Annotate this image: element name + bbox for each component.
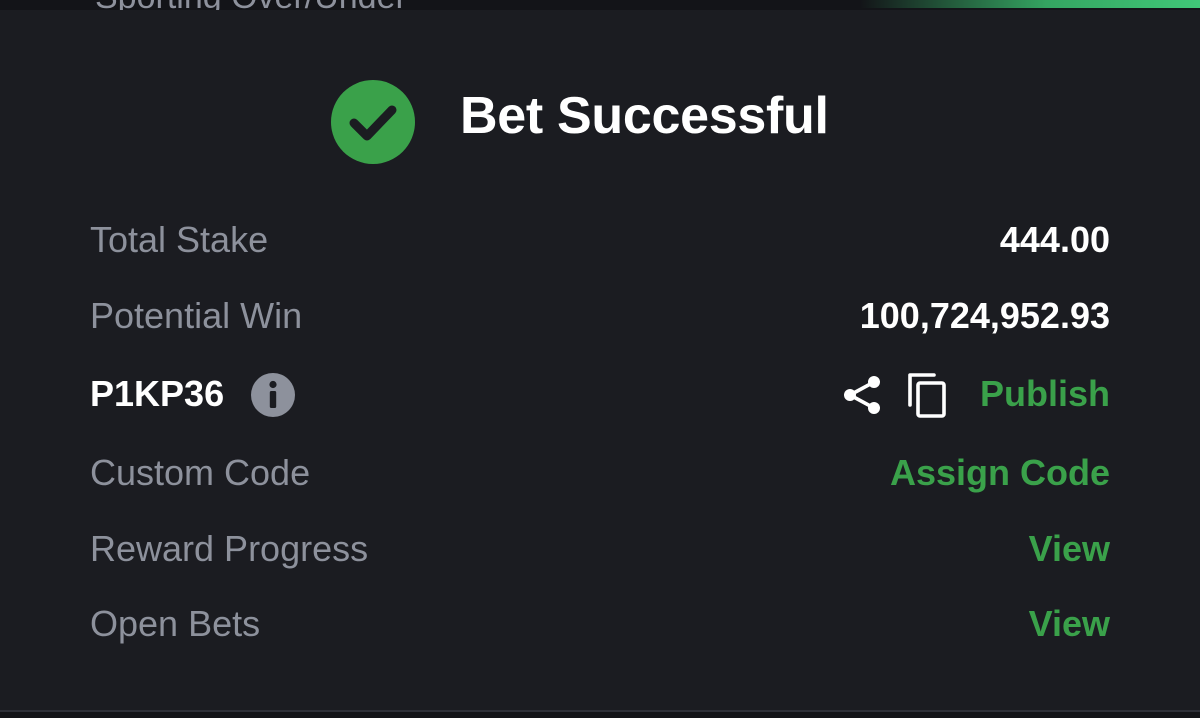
custom-code-label: Custom Code: [90, 452, 311, 493]
potential-win-label: Potential Win: [90, 295, 303, 336]
bet-success-panel: Bet Successful Total Stake 444.00 Potent…: [0, 10, 1200, 710]
potential-win-value: 100,724,952.93: [859, 295, 1110, 336]
potential-win-row: Potential Win 100,724,952.93: [90, 291, 1110, 341]
share-icon[interactable]: [840, 373, 884, 417]
reward-progress-view-link[interactable]: View: [1029, 524, 1110, 574]
total-stake-value: 444.00: [999, 219, 1110, 260]
open-bets-view-link[interactable]: View: [1029, 599, 1110, 649]
copy-icon[interactable]: [906, 371, 950, 419]
bottom-strip: [0, 712, 1200, 718]
page-title: Bet Successful: [460, 87, 829, 145]
booking-code: P1KP36: [90, 373, 225, 414]
top-accent-bar: [860, 0, 1200, 8]
reward-progress-label: Reward Progress: [90, 528, 369, 569]
assign-code-link[interactable]: Assign Code: [890, 448, 1110, 498]
reward-progress-row: Reward Progress View: [90, 524, 1110, 574]
booking-code-row: P1KP36 Publish: [90, 369, 1110, 419]
info-icon[interactable]: [250, 372, 296, 418]
open-bets-row: Open Bets View: [90, 599, 1110, 649]
custom-code-row: Custom Code Assign Code: [90, 448, 1110, 498]
check-circle-icon: [331, 80, 415, 164]
top-strip: Sporting Over/Under: [0, 0, 1200, 16]
total-stake-label: Total Stake: [90, 219, 269, 260]
total-stake-row: Total Stake 444.00: [90, 215, 1110, 265]
open-bets-label: Open Bets: [90, 603, 261, 644]
success-header: Bet Successful: [0, 80, 1200, 180]
publish-link[interactable]: Publish: [980, 369, 1110, 419]
